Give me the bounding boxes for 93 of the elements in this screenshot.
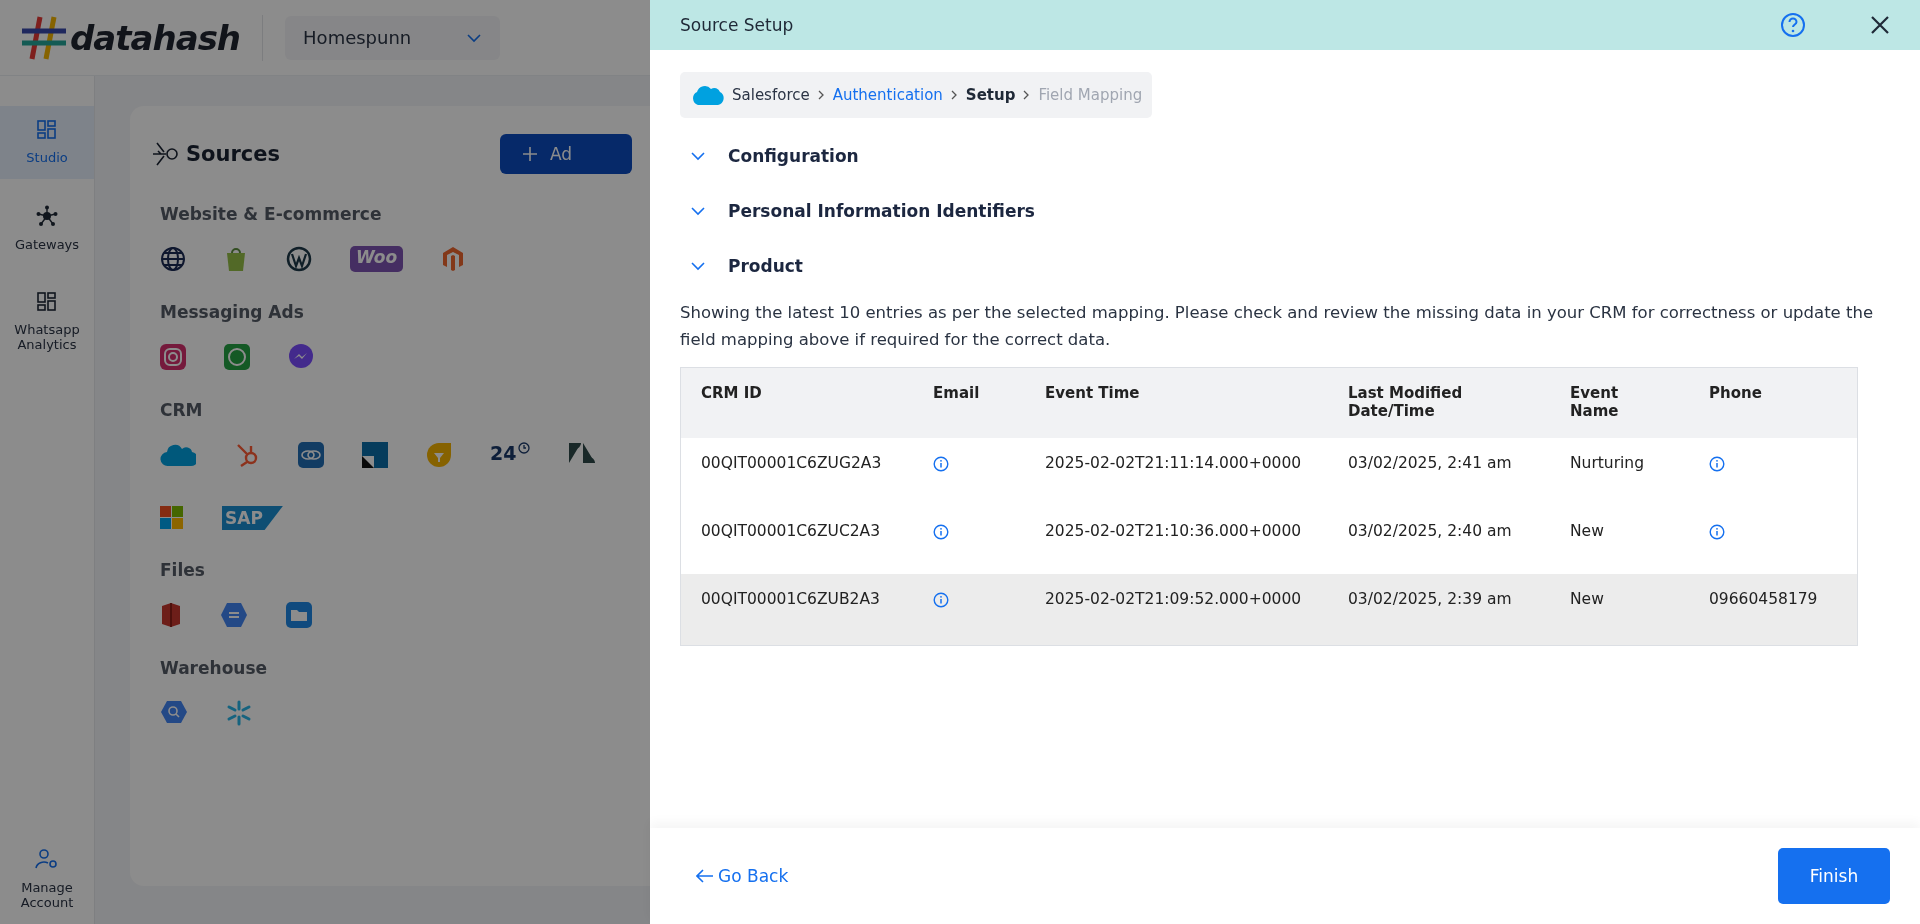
breadcrumb-item[interactable]: Authentication <box>832 86 943 104</box>
chevron-down-icon <box>690 150 706 161</box>
cloud-icon[interactable] <box>160 442 196 468</box>
table-cell-text: 03/02/2025, 2:40 am <box>1348 522 1513 540</box>
dashboard-icon <box>37 120 57 140</box>
hexagon-m-icon[interactable] <box>441 246 466 272</box>
sprocket-icon[interactable] <box>234 442 260 468</box>
table-cell-text: New <box>1570 522 1605 540</box>
bucket-icon[interactable] <box>160 602 182 628</box>
woo-logo[interactable]: Woo <box>350 246 404 272</box>
info-text: Showing the latest 10 entries as per the selected mapping. Please check and review the missing data in your CRM for correctness or update the field mapping above if required for the correct data. <box>680 302 1875 351</box>
info-icon[interactable] <box>1709 456 1725 472</box>
breadcrumb-item: Field Mapping <box>1038 86 1143 104</box>
arrows-to-circle-icon <box>152 140 180 168</box>
table-cell-text: 00QIT00001C6ZUB2A3 <box>701 590 881 608</box>
hexagon-search-icon[interactable] <box>160 700 188 724</box>
column-header: Event Name <box>1570 384 1620 420</box>
sidebar-item[interactable]: Manage Account <box>0 834 94 924</box>
table-cell-text: 00QIT00001C6ZUC2A3 <box>701 522 882 540</box>
app-logo: datahash <box>70 17 241 58</box>
group-heading: Files <box>160 560 205 580</box>
table-cell-text: New <box>1570 590 1605 608</box>
column-header: Email <box>933 384 981 402</box>
table-cell-text: 03/02/2025, 2:41 am <box>1348 454 1513 472</box>
arrow-left-icon <box>696 869 714 883</box>
sidebar-label: Whatsapp Analytics <box>13 322 81 352</box>
sidebar-label: Manage Account <box>19 880 75 910</box>
group-heading: CRM <box>160 400 203 420</box>
table-cell-text: 2025-02-02T21:09:52.000+0000 <box>1045 590 1303 608</box>
square-icon[interactable] <box>362 442 388 468</box>
group-heading: Warehouse <box>160 658 268 678</box>
sidebar-label: Gateways <box>14 237 80 252</box>
column-header: Phone <box>1709 384 1763 402</box>
column-header: Last Modified Date/Time <box>1348 384 1464 420</box>
table-cell-text: 2025-02-02T21:11:14.000+0000 <box>1045 454 1303 472</box>
column-header: CRM ID <box>701 384 763 402</box>
camera-icon[interactable] <box>160 344 186 370</box>
workspace-dropdown[interactable]: Homespunn <box>285 15 501 60</box>
add-button[interactable]: Ad <box>499 134 632 174</box>
info-icon[interactable] <box>933 456 949 472</box>
sidebar-item[interactable]: Studio <box>0 106 94 179</box>
accordion-header[interactable]: Personal Information Identifiers <box>680 183 1890 238</box>
cloud-icon <box>690 83 724 107</box>
bag-icon[interactable] <box>224 246 248 272</box>
go-back-link[interactable]: Go Back <box>690 865 795 887</box>
plus-icon <box>521 146 538 162</box>
chevron-right-icon <box>1023 90 1031 100</box>
dashboard-icon <box>37 292 57 312</box>
info-icon[interactable] <box>933 592 949 608</box>
user-gear-icon <box>35 848 59 870</box>
network-icon <box>36 205 58 227</box>
chevron-down-icon <box>466 32 483 43</box>
folder-icon[interactable] <box>286 602 312 628</box>
sidebar-item[interactable]: Gateways <box>0 191 94 266</box>
sidebar-label: Studio <box>26 150 68 165</box>
table-cell-text: 2025-02-02T21:10:36.000+0000 <box>1045 522 1303 540</box>
chat-bubble-icon[interactable] <box>288 344 314 370</box>
sidebar-item[interactable]: Whatsapp Analytics <box>0 278 94 366</box>
clock-24-logo[interactable]: 24 <box>490 442 531 468</box>
finish-button[interactable]: Finish <box>1778 848 1890 904</box>
close-icon <box>1870 15 1890 35</box>
hash-mark-icon <box>20 14 68 61</box>
snowflake-icon[interactable] <box>226 700 252 726</box>
column-header: Event Time <box>1045 384 1141 402</box>
accordion-header[interactable]: Product <box>680 238 1890 293</box>
sources-title: Sources <box>186 142 281 166</box>
circle-w-icon[interactable] <box>286 246 312 272</box>
table-cell-text: Nurturing <box>1570 454 1646 472</box>
help-button[interactable] <box>1780 12 1806 38</box>
four-squares-icon[interactable] <box>160 506 184 530</box>
close-button[interactable] <box>1870 15 1890 35</box>
help-icon <box>1780 12 1806 38</box>
info-icon[interactable] <box>933 524 949 540</box>
group-heading: Messaging Ads <box>160 302 304 322</box>
panel-title: Source Setup <box>680 15 795 35</box>
accordion-header[interactable]: Configuration <box>680 128 1890 183</box>
table-cell-text: 03/02/2025, 2:39 am <box>1348 590 1513 608</box>
zigzag-icon[interactable] <box>568 442 597 464</box>
chevron-down-icon <box>690 205 706 216</box>
globe-icon[interactable] <box>160 246 186 272</box>
chevron-right-icon <box>817 90 825 100</box>
group-heading: Website & E-commerce <box>160 204 382 224</box>
sap-logo[interactable]: SAP <box>222 506 283 530</box>
breadcrumb-item: Salesforce <box>732 86 810 104</box>
hexagon-icon[interactable] <box>220 602 248 628</box>
linked-rings-icon[interactable] <box>298 442 324 468</box>
table-cell-text: 09660458179 <box>1709 590 1819 608</box>
breadcrumb-item: Setup <box>965 86 1016 104</box>
chat-phone-icon[interactable] <box>224 344 250 370</box>
chevron-right-icon <box>950 90 958 100</box>
info-icon[interactable] <box>1709 524 1725 540</box>
table-cell-text: 00QIT00001C6ZUG2A3 <box>701 454 883 472</box>
chevron-down-icon <box>690 260 706 271</box>
